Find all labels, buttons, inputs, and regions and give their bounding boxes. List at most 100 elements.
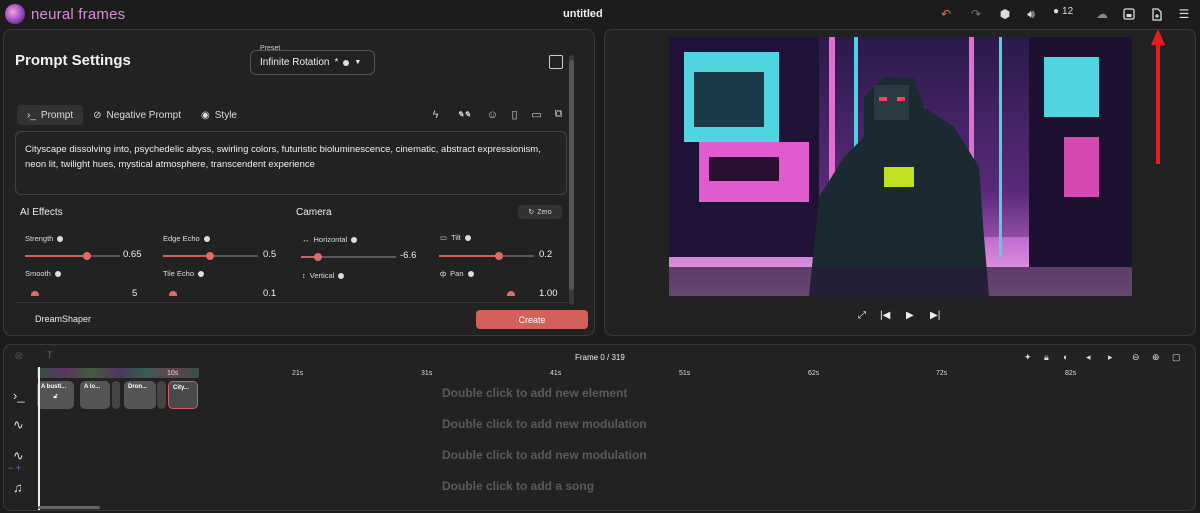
zero-button[interactable]: ↻ Zero [518,205,562,219]
arrows-vertical-icon: ↕ [302,271,306,280]
prompt-clip[interactable]: Dron... [124,381,156,409]
lock-icon[interactable]: 🔒︎ [1044,352,1049,363]
hint-add-element[interactable]: Double click to add new element [442,386,627,400]
terminal-icon[interactable]: ›_ [13,388,25,403]
waveform-icon[interactable]: ∿ [13,417,24,433]
preview-panel: ⤢ |◀ ▶ ▶| [604,29,1196,336]
lock-icon: 🔓︎ [53,394,58,400]
prompt-clip[interactable]: A lo... [80,381,110,409]
tilt-value: 0.2 [539,249,553,260]
zoom-out-icon[interactable]: ⊖ [1132,352,1140,363]
prompt-clip[interactable]: A bustl... 🔓︎ [37,381,74,409]
ruler-tick: 72s [936,370,948,377]
sparkle-icon[interactable]: ✦ [1024,352,1032,363]
tab-prompt[interactable]: ›_ Prompt [17,105,84,125]
hint-add-modulation[interactable]: Double click to add new modulation [442,448,647,462]
volume-icon[interactable]: 🔊︎ [1023,6,1039,22]
tile-echo-slider-knob[interactable] [169,291,177,296]
prompt-textarea[interactable]: Cityscape dissolving into, psychedelic a… [15,131,567,195]
strength-label: Strength [25,234,64,243]
folder-icon[interactable]: ▭ [530,108,543,121]
create-button[interactable]: Create [476,310,588,329]
music-icon[interactable]: ♫ [13,480,23,495]
prompt-settings-panel: Prompt Settings Preset Infinite Rotation… [3,29,595,336]
logo-icon [5,4,25,24]
info-icon [464,234,471,241]
divider [15,302,567,303]
tilt-icon: ▭ [440,233,448,242]
skip-back-icon[interactable]: |◀ [880,310,890,321]
panel-title: Prompt Settings [15,52,131,69]
ruler-tick: 82s [1065,370,1077,377]
model-name[interactable]: DreamShaper [35,314,91,324]
smooth-value: 5 [132,288,138,296]
playhead[interactable] [38,367,40,510]
zoom-in-icon[interactable]: ⊕ [1152,352,1160,363]
preset-select[interactable]: Infinite Rotation * ▼ [250,50,375,75]
horizontal-slider[interactable] [301,253,396,261]
info-icon [198,270,204,277]
text-icon[interactable]: T [47,350,53,360]
logo-hex-icon[interactable]: ⬢ [997,6,1013,22]
arrows-horizontal-icon: ↔ [302,235,310,244]
document-title[interactable]: untitled [563,8,603,20]
save-icon[interactable] [1121,6,1137,22]
info-icon [351,236,358,243]
prompt-tools: ϟ ✎✎ ☺ ▯ ▭ ⧉ [429,108,565,121]
logo[interactable]: neural frames [5,4,125,24]
red-arrow-annotation [1151,29,1165,164]
scrollbar-thumb[interactable] [569,60,574,290]
fullscreen-icon[interactable]: ⤢ [858,310,866,321]
eye-icon[interactable]: ◎ [15,350,23,361]
tilt-slider[interactable] [439,252,534,260]
lightning-icon[interactable]: ϟ [429,109,442,121]
credits-icon: ● [1053,6,1060,17]
skip-forward-icon[interactable]: ▶| [930,310,940,321]
preset-modified-mark: * [334,57,339,68]
play-icon[interactable]: ▶ [906,310,914,321]
tab-style[interactable]: ◉ Style [191,105,247,125]
chevron-down-icon: ▼ [354,59,362,66]
prompt-clip-selected[interactable]: City... [168,381,198,409]
fit-icon[interactable]: ▢ [1172,352,1181,363]
cloud-icon[interactable]: ☁ [1094,6,1110,22]
tab-negative-prompt[interactable]: ⊘ Negative Prompt [83,105,191,125]
pan-slider-knob[interactable] [507,291,515,296]
image-icon[interactable] [549,55,563,69]
terminal-icon: ›_ [27,109,36,121]
camera-heading: Camera [296,207,332,218]
timeline-scrollbar[interactable] [38,506,100,509]
redo-icon[interactable]: ↷ [968,6,984,22]
edge-echo-label: Edge Echo [163,234,210,243]
clipboard-icon[interactable]: ▯ [508,108,521,121]
horizontal-label: ↔ Horizontal [302,235,358,244]
info-icon [467,270,474,277]
info-icon [343,59,350,66]
credits-counter[interactable]: ● 12 [1053,6,1073,17]
palette-icon: ◉ [201,109,210,121]
export-icon[interactable] [1149,6,1165,22]
waveform-icon[interactable]: ∿ [13,448,24,464]
undo-icon[interactable]: ↶ [938,6,954,22]
copy-icon[interactable]: ⧉ [552,108,565,121]
robot-icon[interactable]: ☺ [486,109,499,121]
ruler-tick: 41s [550,370,562,377]
tile-echo-value: 0.1 [263,288,277,296]
clipped-sliders-row: 5 0.1 1.00 [25,288,577,296]
add-modulation-icon[interactable]: − + [8,463,21,473]
hint-add-song[interactable]: Double click to add a song [442,479,594,493]
smooth-slider-knob[interactable] [31,291,39,296]
magic-prompt-icon[interactable]: ✎✎ [451,110,477,119]
strength-slider[interactable] [25,252,120,260]
eraser-icon[interactable]: ◐ [1063,352,1068,362]
info-icon [338,272,345,279]
ai-effects-heading: AI Effects [20,207,63,218]
hint-add-modulation[interactable]: Double click to add new modulation [442,417,647,431]
menu-icon[interactable]: ☰ [1176,6,1192,22]
smooth-label: Smooth [25,269,61,278]
edge-echo-slider[interactable] [163,252,258,260]
chevron-right-icon[interactable]: ▸ [1108,352,1113,363]
tilt-label: ▭ Tilt [440,233,471,242]
chevron-left-icon[interactable]: ◂ [1086,352,1091,363]
ruler-tick: 21s [292,370,304,377]
